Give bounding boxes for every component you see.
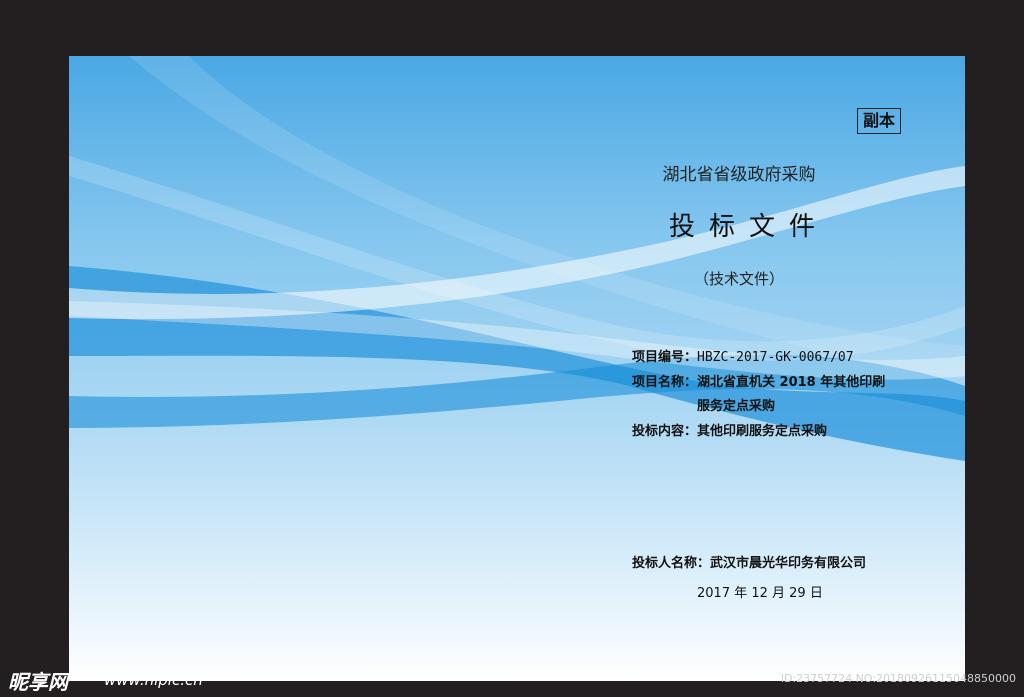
bid-content-row: 投标内容：其他印刷服务定点采购 [632, 420, 827, 439]
watermark-url: www.nipic.cn [104, 671, 203, 689]
project-name-value-line1: 湖北省直机关 2018 年其他印刷 [697, 375, 886, 390]
doc-title: 投标文件 [668, 212, 829, 242]
wave-decoration [69, 56, 965, 461]
project-name-label: 项目名称： [632, 375, 698, 390]
project-name-value-line2: 服务定点采购 [697, 399, 776, 414]
bidder-label: 投标人名称： [632, 556, 711, 571]
copy-badge: 副本 [857, 108, 901, 134]
bidder-value: 武汉市晨光华印务有限公司 [710, 556, 867, 571]
project-name-row: 项目名称：湖北省直机关 2018 年其他印刷 [632, 371, 885, 390]
project-number-row: 项目编号：HBZC-2017-GK-0067/07 [632, 346, 854, 365]
doc-heading: 湖北省省级政府采购 [662, 165, 816, 185]
bidder-row: 投标人名称：武汉市晨光华印务有限公司 [632, 552, 866, 571]
doc-subtitle: （技术文件） [693, 270, 784, 288]
cover-page: 副本 湖北省省级政府采购 投标文件 （技术文件） 项目编号：HBZC-2017-… [69, 56, 965, 681]
bid-content-value: 其他印刷服务定点采购 [697, 424, 828, 439]
watermark-id: ID:23757724 NO:20180926115048850000 [780, 672, 1016, 685]
bid-content-label: 投标内容： [632, 424, 698, 439]
watermark-logo: 昵享网 [8, 670, 68, 694]
project-number-value: HBZC-2017-GK-0067/07 [697, 350, 854, 365]
project-number-label: 项目编号： [632, 350, 698, 365]
doc-date: 2017 年 12 月 29 日 [697, 586, 823, 601]
